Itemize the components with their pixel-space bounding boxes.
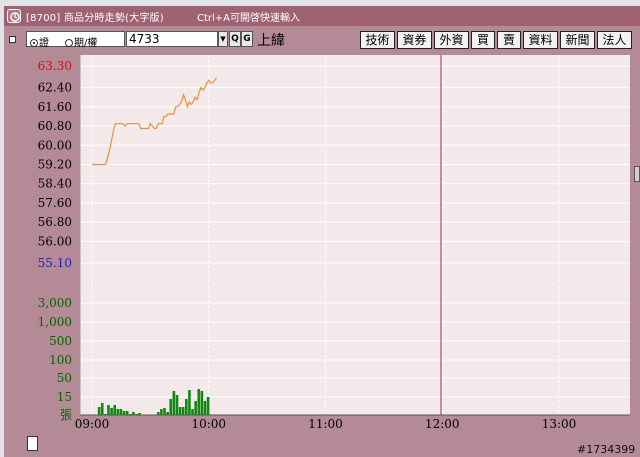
volume-bar [194,401,197,415]
volume-bar [113,405,117,415]
volume-bar [163,408,166,415]
watermark: #1734399 [577,443,636,456]
price-tick-label: 58.40 [38,177,72,191]
volume-bar [138,413,141,415]
volume-bar [178,407,182,415]
volume-bar [107,405,110,415]
volume-bar [125,411,129,415]
volume-bar [122,411,126,415]
price-tick-label: 60.80 [38,119,72,133]
price-tick-label: 56.80 [38,215,72,229]
volume-tick-label: 15 [57,390,72,404]
volume-tick-label: 500 [49,334,72,348]
volume-bar [185,399,188,415]
volume-bar [116,409,120,415]
bottom-toggle[interactable] [27,436,38,451]
price-tick-label: 61.60 [38,100,72,114]
volume-bar [119,409,123,415]
time-tick-label: 12:00 [425,417,460,431]
volume-bar [135,414,138,415]
volume-unit-label: 張 [60,408,72,422]
time-tick-label: 13:00 [542,417,577,431]
volume-tick-label: 100 [49,353,72,367]
price-tick-label: 59.20 [38,158,72,172]
volume-bar [132,412,135,415]
volume-bar [97,407,101,415]
volume-tick-label: 50 [57,371,72,385]
volume-bar [128,414,132,415]
price-tick-label: 63.30 [38,59,72,73]
plot-area [80,55,630,415]
volume-bar [200,391,204,415]
volume-bar [169,399,173,415]
volume-bar [203,401,207,415]
price-tick-label: 62.40 [38,81,72,95]
volume-bar [181,407,185,415]
volume-bar [175,395,179,415]
right-scroll-handle[interactable] [634,166,640,182]
price-tick-label: 57.60 [38,196,72,210]
volume-bar [110,408,113,415]
price-tick-label: 60.00 [38,138,72,152]
volume-bar [188,390,191,415]
volume-bar [191,409,194,415]
volume-bar [100,403,104,415]
volume-bar [197,389,201,415]
price-tick-label: 55.10 [38,256,72,270]
volume-tick-label: 1,000 [38,315,72,329]
volume-bar [206,397,210,415]
volume-bar [160,409,163,415]
price-tick-label: 56.00 [38,234,72,248]
intraday-chart: 63.30 62.40 61.60 60.80 60.00 59.20 58.40 57.60… [38,55,630,431]
volume-tick-label: 3,000 [38,296,72,310]
time-tick-label: 09:00 [75,417,110,431]
time-tick-label: 10:00 [191,417,226,431]
volume-bar [156,412,160,415]
time-tick-label: 11:00 [308,417,343,431]
volume-bar [166,412,169,415]
volume-bar [172,391,176,415]
volume-bar [104,414,107,415]
